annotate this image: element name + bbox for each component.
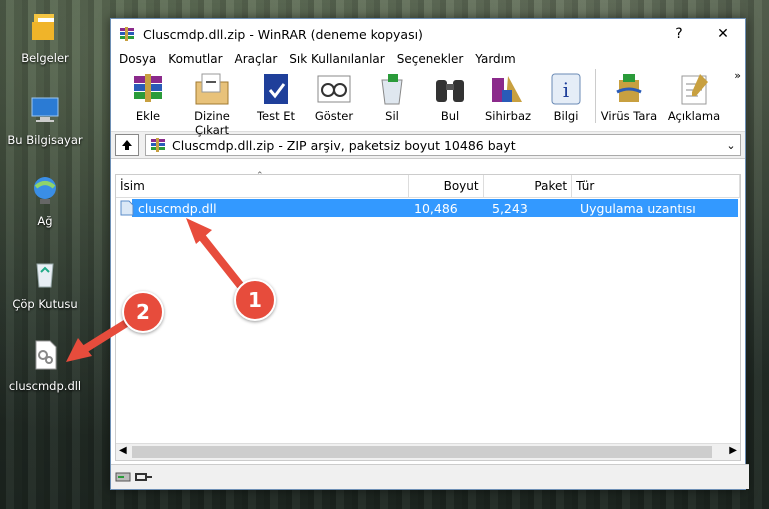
network-icon [34, 177, 56, 204]
winrar-window: Cluscmdp.dll.zip - WinRAR (deneme kopyas… [110, 18, 749, 490]
desktop-icon-label: Ağ [37, 214, 53, 228]
menu-help[interactable]: Yardım [469, 52, 521, 66]
drive-icon [115, 472, 131, 482]
scroll-right-icon[interactable]: ▶ [729, 445, 737, 456]
window-title: Cluscmdp.dll.zip - WinRAR (deneme kopyas… [143, 26, 423, 42]
dll-file-icon [120, 200, 134, 216]
toolbar-find-button[interactable]: Bul [421, 69, 479, 123]
toolbar-comment-button[interactable]: Açıklama [662, 69, 726, 123]
column-packed[interactable]: Paket [484, 175, 573, 197]
toolbar-info-button[interactable]: i Bilgi [537, 69, 595, 123]
extract-folder-icon [195, 73, 229, 105]
file-packed-size: 5,243 [492, 200, 528, 216]
close-button[interactable]: ✕ [701, 26, 745, 42]
file-list: İsim ⌃ Boyut Paket Tür cluscmdp.dll 10,4… [115, 171, 741, 461]
status-bar [111, 464, 749, 489]
computer-icon [31, 97, 59, 122]
desktop-icon-label: Çöp Kutusu [12, 297, 78, 311]
virus-scan-icon [616, 74, 642, 102]
menu-commands[interactable]: Komutlar [162, 52, 228, 66]
desktop-icon-dll-file[interactable]: cluscmdp.dll [0, 338, 90, 393]
archive-path-text: Cluscmdp.dll.zip - ZIP arşiv, paketsiz b… [172, 137, 516, 153]
key-icon [135, 473, 152, 481]
desktop-icon-this-pc[interactable]: Bu Bilgisayar [0, 92, 90, 147]
toolbar-test-button[interactable]: Test Et [247, 69, 305, 123]
desktop-icon-documents[interactable]: Belgeler [0, 10, 90, 65]
desktop-icon-recycle-bin[interactable]: Çöp Kutusu [0, 256, 90, 311]
toolbar-overflow-button[interactable]: » [734, 69, 741, 82]
file-list-header: İsim ⌃ Boyut Paket Tür [116, 171, 740, 198]
winrar-app-icon [120, 27, 134, 41]
dll-file-icon [35, 340, 57, 370]
menu-options[interactable]: Seçenekler [391, 52, 470, 66]
table-row[interactable]: cluscmdp.dll 10,486 5,243 Uygulama uzant… [116, 199, 738, 217]
title-bar[interactable]: Cluscmdp.dll.zip - WinRAR (deneme kopyas… [111, 19, 745, 49]
desktop-icon-label: Belgeler [21, 51, 69, 65]
wizard-icon [492, 76, 522, 102]
toolbar-add-button[interactable]: Ekle [119, 69, 177, 123]
recycle-bin-icon [36, 263, 54, 288]
view-glasses-icon [317, 75, 351, 103]
info-icon: i [551, 73, 581, 105]
column-size[interactable]: Boyut [409, 175, 484, 197]
menu-favorites[interactable]: Sık Kullanılanlar [283, 52, 390, 66]
delete-bin-icon [381, 74, 403, 105]
find-binoculars-icon [436, 80, 464, 102]
toolbar-delete-button[interactable]: Sil [363, 69, 421, 123]
menu-bar: Dosya Komutlar Araçlar Sık Kullanılanlar… [111, 49, 745, 69]
up-arrow-icon [122, 140, 132, 150]
horizontal-scrollbar[interactable]: ◀ ▶ [116, 443, 740, 460]
toolbar-extract-button[interactable]: Dizine Çıkart [177, 69, 247, 137]
comment-notepad-icon [681, 74, 708, 105]
desktop-icon-label: Bu Bilgisayar [7, 133, 83, 147]
archive-path-combobox[interactable]: Cluscmdp.dll.zip - ZIP arşiv, paketsiz b… [145, 134, 741, 156]
desktop-icon-label: cluscmdp.dll [8, 379, 82, 393]
column-name[interactable]: İsim ⌃ [116, 171, 410, 197]
menu-tools[interactable]: Araçlar [229, 52, 284, 66]
scrollbar-thumb[interactable] [132, 446, 712, 458]
up-folder-button[interactable] [115, 134, 139, 156]
column-type[interactable]: Tür [572, 175, 740, 197]
folder-icon [32, 14, 54, 40]
help-button[interactable]: ? [657, 26, 701, 42]
toolbar: Ekle Dizine Çıkart Test Et Göster Sil Bu… [111, 69, 745, 137]
toolbar-wizard-button[interactable]: Sihirbaz [479, 69, 537, 123]
add-archive-icon [134, 74, 162, 102]
annotation-badge-2: 2 [122, 291, 164, 333]
chevron-down-icon[interactable]: ⌄ [722, 139, 740, 152]
toolbar-virus-scan-button[interactable]: Virüs Tara [595, 69, 662, 123]
archive-icon [151, 138, 165, 152]
desktop-icon-network[interactable]: Ağ [0, 173, 90, 228]
test-book-icon [264, 74, 288, 104]
file-type: Uygulama uzantısı [580, 200, 696, 216]
file-size: 10,486 [414, 200, 458, 216]
sort-indicator-icon: ⌃ [256, 171, 264, 181]
annotation-badge-1: 1 [234, 279, 276, 321]
scroll-left-icon[interactable]: ◀ [119, 445, 127, 456]
file-name: cluscmdp.dll [138, 200, 217, 216]
toolbar-view-button[interactable]: Göster [305, 69, 363, 123]
svg-text:i: i [563, 78, 569, 102]
menu-file[interactable]: Dosya [113, 52, 162, 66]
